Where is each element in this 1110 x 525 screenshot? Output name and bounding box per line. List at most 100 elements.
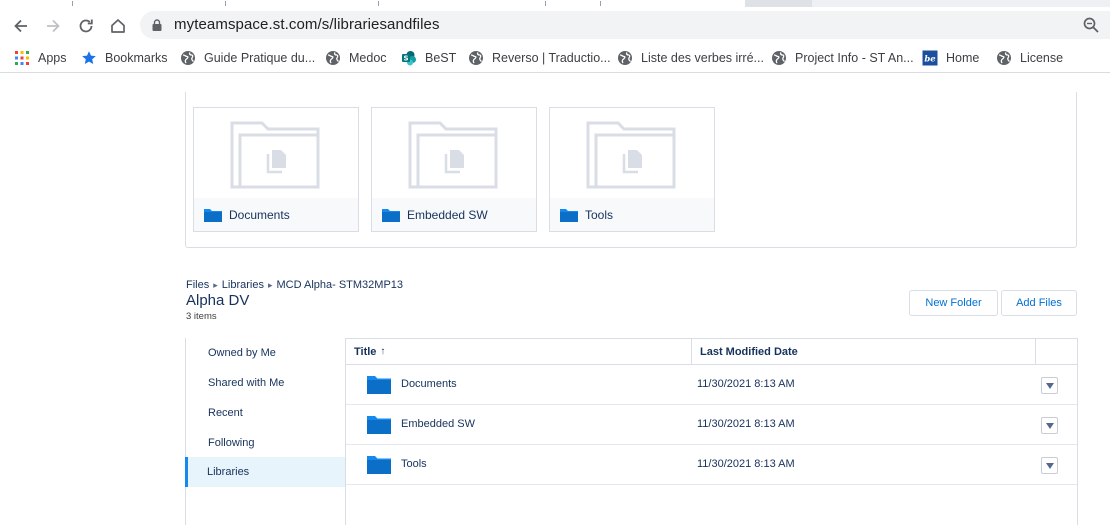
tile-footer: Embedded SW — [372, 198, 536, 231]
globe-icon — [617, 50, 633, 66]
home-button[interactable] — [105, 13, 131, 39]
back-button[interactable] — [8, 13, 34, 39]
bookmark-home[interactable]: be Home — [922, 49, 979, 67]
sidenav-item-libraries[interactable]: Libraries — [185, 457, 346, 487]
new-folder-button[interactable]: New Folder — [909, 290, 998, 316]
breadcrumb-separator-icon: ▸ — [213, 279, 218, 290]
sidenav-label: Libraries — [207, 466, 250, 478]
folder-thumbnail-icon — [408, 121, 498, 189]
back-arrow-icon — [14, 19, 27, 33]
sharepoint-icon: S — [401, 50, 417, 66]
folder-icon — [367, 416, 391, 434]
globe-icon — [996, 50, 1012, 66]
table-row[interactable]: Embedded SW 11/30/2021 8:13 AM — [346, 405, 1077, 445]
forward-button[interactable] — [40, 13, 66, 39]
sidenav-item-recent[interactable]: Recent — [186, 398, 346, 428]
globe-icon — [325, 50, 341, 66]
table-row[interactable]: Tools 11/30/2021 8:13 AM — [346, 445, 1077, 485]
bookmark-label: Apps — [38, 51, 67, 65]
bookmark-label: Reverso | Traductio... — [492, 51, 611, 65]
sidenav-item-owned-by-me[interactable]: Owned by Me — [186, 338, 346, 368]
bookmark-apps[interactable]: Apps — [14, 49, 67, 67]
library-tile-tools[interactable]: Tools — [549, 107, 715, 232]
globe-icon — [771, 50, 787, 66]
star-icon — [81, 50, 97, 66]
forward-arrow-icon — [47, 19, 60, 33]
file-name-link[interactable]: Embedded SW — [401, 418, 475, 430]
tab-separator — [600, 1, 601, 6]
bookmark-label: Bookmarks — [105, 51, 168, 65]
bookmark-best[interactable]: S BeST — [401, 49, 456, 67]
tab-separator — [378, 1, 379, 6]
folder-icon — [382, 208, 400, 222]
column-header-title[interactable]: Title ↑ — [346, 339, 691, 365]
bookmark-reverso[interactable]: Reverso | Traductio... — [468, 49, 611, 67]
column-header-label: Title — [354, 345, 377, 358]
table-row[interactable]: Documents 11/30/2021 8:13 AM — [346, 365, 1077, 405]
files-table: Title ↑ Last Modified Date Documents 11/… — [345, 338, 1078, 525]
breadcrumb-item-library[interactable]: MCD Alpha- STM32MP13 — [276, 279, 403, 291]
sidenav-item-shared-with-me[interactable]: Shared with Me — [186, 368, 346, 398]
browser-toolbar: myteamspace.st.com/s/librariesandfiles — [0, 7, 1110, 43]
library-tiles-panel: Documents Embedded SW Tools — [185, 92, 1077, 248]
file-name-link[interactable]: Tools — [401, 458, 427, 470]
svg-text:be: be — [924, 55, 936, 65]
bookmark-label: Home — [946, 51, 980, 65]
library-tile-documents[interactable]: Documents — [193, 107, 359, 232]
tab-separator — [225, 1, 226, 6]
tile-label: Embedded SW — [407, 207, 488, 222]
bookmark-label: License — [1020, 51, 1064, 65]
url-text: myteamspace.st.com/s/librariesandfiles — [174, 16, 440, 33]
last-modified-date: 11/30/2021 8:13 AM — [697, 418, 795, 430]
folder-icon — [367, 456, 391, 474]
tab-strip — [0, 0, 1110, 7]
file-name-link[interactable]: Documents — [401, 378, 457, 390]
browser-tab-active[interactable] — [0, 0, 745, 7]
be-logo-icon: be — [922, 50, 938, 66]
home-icon — [111, 19, 125, 33]
apps-grid-icon — [14, 50, 30, 66]
sidenav-label: Owned by Me — [208, 347, 276, 359]
sidenav-item-following[interactable]: Following — [186, 428, 346, 458]
bookmark-liste-verbes[interactable]: Liste des verbes irré... — [617, 49, 764, 67]
folder-icon — [560, 208, 578, 222]
column-header-last-modified[interactable]: Last Modified Date — [691, 339, 1035, 365]
sidenav-label: Shared with Me — [208, 377, 285, 389]
bookmark-guide-pratique[interactable]: Guide Pratique du... — [180, 49, 315, 67]
bookmark-label: BeST — [425, 51, 457, 65]
svg-text:S: S — [403, 55, 408, 63]
bookmark-project-info[interactable]: Project Info - ST An... — [771, 49, 914, 67]
globe-icon — [468, 50, 484, 66]
row-actions-dropdown[interactable] — [1041, 417, 1058, 434]
breadcrumb-item-libraries[interactable]: Libraries — [222, 279, 264, 291]
bookmark-medoc[interactable]: Medoc — [325, 49, 387, 67]
folder-thumbnail-icon — [230, 121, 320, 189]
address-bar[interactable]: myteamspace.st.com/s/librariesandfiles — [140, 11, 1110, 39]
reload-icon — [79, 19, 93, 33]
folder-icon — [204, 208, 222, 222]
bookmark-bookmarks[interactable]: Bookmarks — [81, 49, 168, 67]
sidenav-label: Following — [208, 437, 255, 449]
bookmarks-bar: Apps Bookmarks Guide Pratique du... Medo… — [0, 43, 1110, 73]
tab-separator — [72, 1, 73, 6]
zoom-icon[interactable] — [1082, 16, 1100, 34]
files-sidenav: Owned by Me Shared with Me Recent Follow… — [185, 338, 346, 525]
sidenav-label: Recent — [208, 407, 243, 419]
row-actions-dropdown[interactable] — [1041, 377, 1058, 394]
library-tile-embedded-sw[interactable]: Embedded SW — [371, 107, 537, 232]
reload-button[interactable] — [73, 13, 99, 39]
browser-tab-inactive[interactable] — [812, 0, 1110, 7]
breadcrumb: Files ▸ Libraries ▸ MCD Alpha- STM32MP13 — [186, 279, 403, 291]
row-actions-dropdown[interactable] — [1041, 457, 1058, 474]
add-files-button[interactable]: Add Files — [1001, 290, 1077, 316]
folder-thumbnail-icon — [586, 121, 676, 189]
folder-icon — [367, 376, 391, 394]
sort-ascending-icon: ↑ — [380, 346, 386, 357]
bookmark-license[interactable]: License — [996, 49, 1063, 67]
breadcrumb-item-files[interactable]: Files — [186, 279, 209, 291]
lock-icon — [152, 19, 162, 31]
chevron-down-icon — [1045, 422, 1054, 429]
tile-footer: Documents — [194, 198, 358, 231]
globe-icon — [180, 50, 196, 66]
bookmark-label: Liste des verbes irré... — [641, 51, 764, 65]
